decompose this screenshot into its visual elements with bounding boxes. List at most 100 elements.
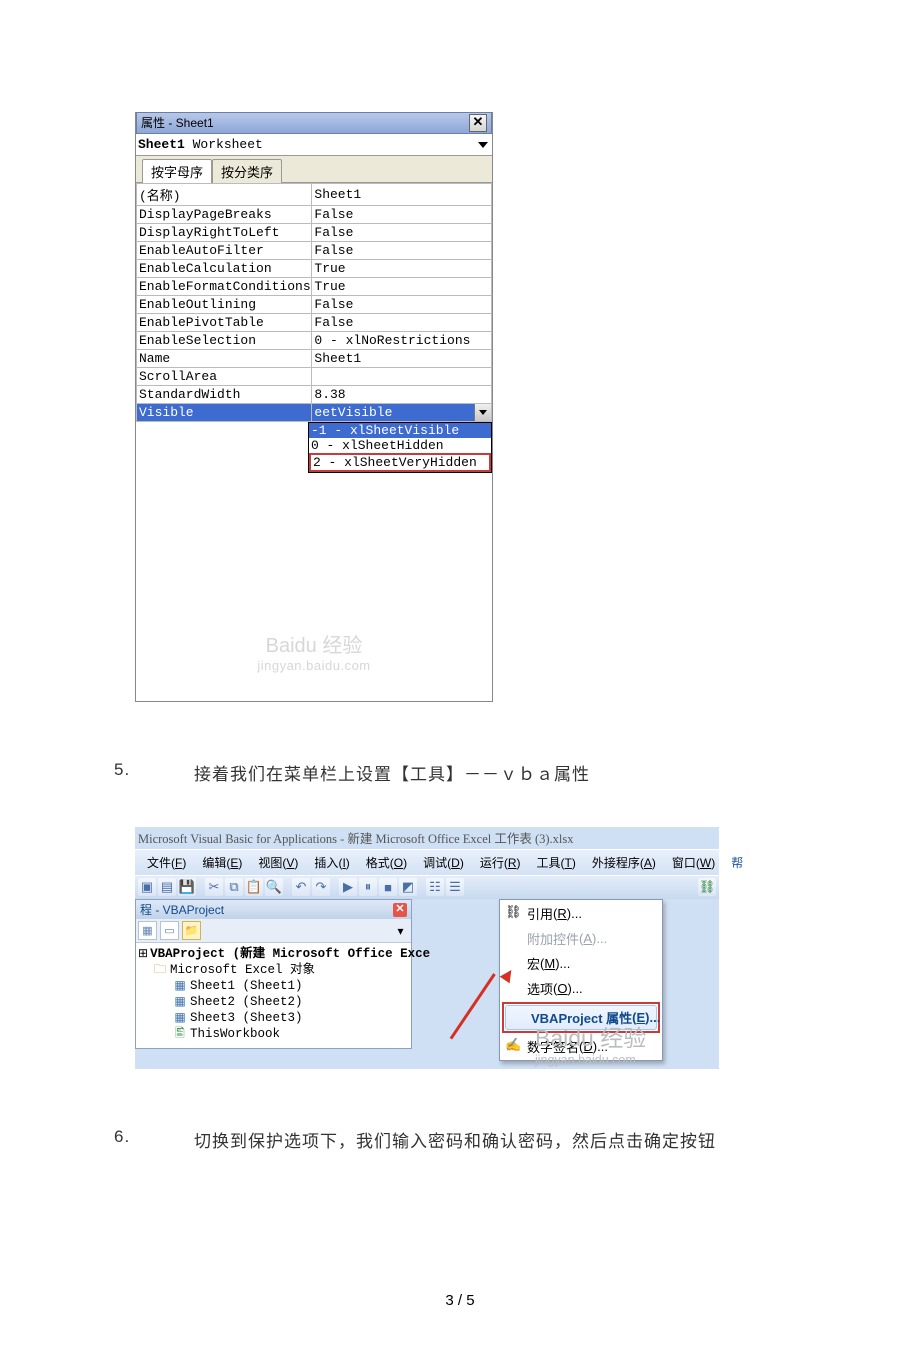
folder-icon[interactable]: 📁 [182, 921, 201, 940]
property-row[interactable]: (名称)Sheet1 [137, 184, 492, 206]
property-value[interactable] [312, 368, 492, 386]
step-number: 5. [114, 760, 194, 785]
property-value[interactable]: True [312, 260, 492, 278]
tree-sheet[interactable]: ▦Sheet1 (Sheet1) [138, 978, 409, 994]
property-row[interactable]: EnableCalculationTrue [137, 260, 492, 278]
property-value[interactable]: 0 - xlNoRestrictions [312, 332, 492, 350]
watermark-brand: Baidu 经验 [535, 1019, 646, 1053]
menu-addins[interactable]: 外接程序(A) [584, 852, 664, 873]
property-row[interactable]: EnableOutliningFalse [137, 296, 492, 314]
property-name: EnableAutoFilter [137, 242, 312, 260]
folder-icon: 🗀 [152, 962, 168, 978]
menu-help[interactable]: 帮 [723, 852, 751, 873]
step-5: 5. 接着我们在菜单栏上设置【工具】－－ｖｂａ属性 [114, 760, 920, 785]
property-value[interactable]: False [312, 314, 492, 332]
property-name: StandardWidth [137, 386, 312, 404]
project-explorer: 程 - VBAProject ✕ ▦ ▭ 📁 ▾ ⊞ VBAProject (新… [135, 899, 412, 1049]
tab-alphabetical[interactable]: 按字母序 [142, 159, 212, 183]
property-name: Visible [137, 404, 312, 422]
property-row[interactable]: StandardWidth8.38 [137, 386, 492, 404]
visible-dropdown-list[interactable]: -1 - xlSheetVisible 0 - xlSheetHidden 2 … [308, 422, 492, 473]
project-tree[interactable]: ⊞ VBAProject (新建 Microsoft Office Exce 🗀… [136, 943, 411, 1048]
menu-references[interactable]: ⛓ 引用(R)... [501, 901, 661, 926]
menu-run[interactable]: 运行(R) [472, 852, 529, 873]
property-value[interactable]: False [312, 224, 492, 242]
property-row[interactable]: EnablePivotTableFalse [137, 314, 492, 332]
signature-icon: ✍ [505, 1037, 521, 1053]
close-icon[interactable]: ✕ [393, 903, 407, 917]
dropdown-option[interactable]: 0 - xlSheetHidden [309, 438, 491, 453]
close-icon[interactable]: ✕ [469, 114, 487, 132]
tree-sheet[interactable]: ▦Sheet3 (Sheet3) [138, 1010, 409, 1026]
project-explorer-icon[interactable]: ☷ [426, 878, 444, 896]
property-value[interactable]: Sheet1 [312, 184, 492, 206]
properties-icon[interactable]: ☰ [446, 878, 464, 896]
run-icon[interactable]: ▶ [339, 878, 357, 896]
dropdown-option[interactable]: -1 - xlSheetVisible [309, 423, 491, 438]
property-row[interactable]: EnableSelection0 - xlNoRestrictions [137, 332, 492, 350]
chevron-down-icon[interactable]: ▾ [392, 922, 409, 939]
copy-icon[interactable]: ⧉ [225, 878, 243, 896]
find-icon[interactable]: 🔍 [265, 878, 283, 896]
property-name: DisplayPageBreaks [137, 206, 312, 224]
property-row[interactable]: DisplayRightToLeftFalse [137, 224, 492, 242]
view-code-icon[interactable]: ▦ [138, 921, 157, 940]
menu-window[interactable]: 窗口(W) [664, 852, 723, 873]
property-row[interactable]: EnableAutoFilterFalse [137, 242, 492, 260]
menu-format[interactable]: 格式(O) [358, 852, 415, 873]
paste-icon[interactable]: 📋 [245, 878, 263, 896]
property-value[interactable]: False [312, 296, 492, 314]
property-row[interactable]: DisplayPageBreaksFalse [137, 206, 492, 224]
pause-icon[interactable]: ⏸ [359, 878, 377, 896]
menu-file[interactable]: 文件(F) [139, 852, 194, 873]
tree-sheet[interactable]: ▦Sheet2 (Sheet2) [138, 994, 409, 1010]
design-icon[interactable]: ◩ [399, 878, 417, 896]
stop-icon[interactable]: ■ [379, 878, 397, 896]
watermark-brand: Baidu 经验 [266, 629, 363, 658]
object-selector[interactable]: Sheet1 Worksheet [136, 134, 492, 156]
chevron-down-icon[interactable] [478, 142, 488, 148]
save-icon[interactable]: 💾 [178, 878, 196, 896]
step-text: 切换到保护选项下，我们输入密码和确认密码，然后点击确定按钮 [194, 1127, 716, 1152]
property-row[interactable]: ScrollArea [137, 368, 492, 386]
undo-icon[interactable]: ↶ [292, 878, 310, 896]
tree-workbook[interactable]: 🖺 ThisWorkbook [138, 1026, 409, 1042]
menu-debug[interactable]: 调试(D) [415, 852, 472, 873]
menu-tools[interactable]: 工具(T) [529, 852, 584, 873]
menu-edit[interactable]: 编辑(E) [194, 852, 250, 873]
property-row[interactable]: NameSheet1 [137, 350, 492, 368]
dropdown-button[interactable] [474, 404, 491, 421]
watermark-url: jingyan.baidu.com [535, 1053, 646, 1067]
menu-options[interactable]: 选项(O)... [501, 976, 661, 1001]
view-object-icon[interactable]: ▭ [160, 921, 179, 940]
property-value[interactable]: 8.38 [312, 386, 492, 404]
property-value[interactable]: True [312, 278, 492, 296]
vbaproject-icon: ⊞ [138, 946, 148, 962]
project-explorer-title: 程 - VBAProject ✕ [136, 900, 411, 919]
property-row[interactable]: EnableFormatConditionsCalTrue [137, 278, 492, 296]
property-value[interactable]: eetVisible [312, 404, 492, 422]
dropdown-option[interactable]: 2 - xlSheetVeryHidden [309, 453, 491, 472]
menu-macros[interactable]: 宏(M)... [501, 951, 661, 976]
cut-icon[interactable]: ✂ [205, 878, 223, 896]
menu-view[interactable]: 视图(V) [250, 852, 306, 873]
references-icon[interactable]: ⛓ [698, 878, 716, 896]
insert-module-icon[interactable]: ▤ [158, 878, 176, 896]
property-row-visible[interactable]: Visible eetVisible [137, 404, 492, 422]
menu-insert[interactable]: 插入(I) [306, 852, 357, 873]
watermark: Baidu 经验 jingyan.baidu.com [535, 1019, 646, 1067]
property-value[interactable]: False [312, 206, 492, 224]
excel-icon[interactable]: ▣ [138, 878, 156, 896]
tree-folder[interactable]: 🗀 Microsoft Excel 对象 [138, 962, 409, 978]
tab-categorized[interactable]: 按分类序 [212, 159, 282, 183]
menubar: 文件(F) 编辑(E) 视图(V) 插入(I) 格式(O) 调试(D) 运行(R… [135, 849, 719, 875]
property-name: EnableSelection [137, 332, 312, 350]
property-value[interactable]: Sheet1 [312, 350, 492, 368]
project-explorer-toolbar: ▦ ▭ 📁 ▾ [136, 919, 411, 943]
tree-root[interactable]: ⊞ VBAProject (新建 Microsoft Office Exce [138, 946, 409, 962]
sort-tabs: 按字母序 按分类序 [136, 156, 492, 183]
menu-additional-controls: 附加控件(A)... [501, 926, 661, 951]
property-value[interactable]: False [312, 242, 492, 260]
ide-titlebar: Microsoft Visual Basic for Applications … [135, 827, 719, 849]
redo-icon[interactable]: ↷ [312, 878, 330, 896]
